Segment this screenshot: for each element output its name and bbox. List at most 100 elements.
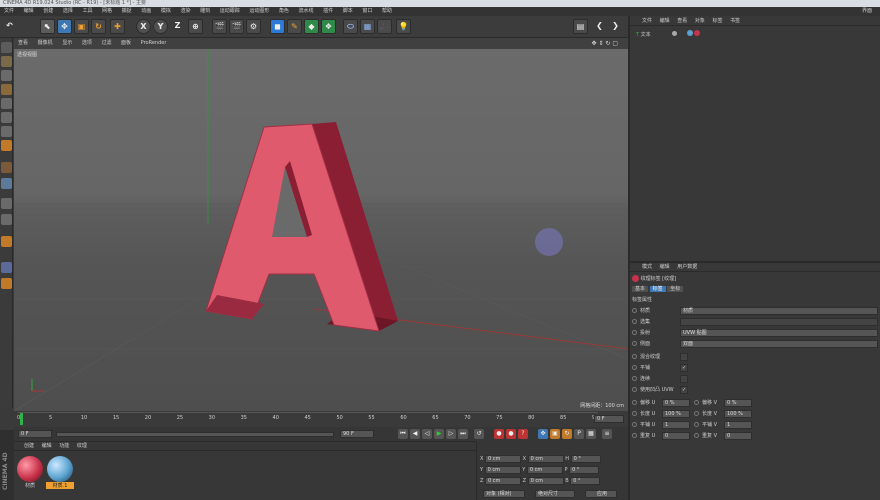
go-to-start-icon[interactable]: ⏮ <box>398 429 408 439</box>
offset-v-field[interactable]: 0 % <box>724 399 752 407</box>
animate-dot-icon[interactable] <box>632 422 637 427</box>
pos-y-field[interactable]: 0 cm <box>484 466 521 474</box>
material-tag-red-icon[interactable] <box>694 30 701 36</box>
visibility-dot-icon[interactable] <box>672 31 678 36</box>
viewport-menu-options[interactable]: 选项 <box>82 40 92 46</box>
menu-item-render[interactable]: 渲染 <box>180 8 190 14</box>
move-icon[interactable]: ✥ <box>57 19 72 34</box>
record-icon[interactable]: ● <box>494 429 504 439</box>
render-view-icon[interactable]: 🎬 <box>212 19 227 34</box>
next-frame-icon[interactable]: ▷ <box>446 429 456 439</box>
om-menu-bookmarks[interactable]: 书签 <box>730 18 740 24</box>
viewport-menu-cameras[interactable]: 摄像机 <box>38 40 53 46</box>
material-sphere-blue[interactable] <box>47 456 73 482</box>
make-editable-icon[interactable] <box>1 42 12 53</box>
viewport-menu-display[interactable]: 显示 <box>62 40 72 46</box>
back-icon[interactable]: ❮ <box>592 19 607 34</box>
end-frame-field[interactable]: 90 F <box>340 430 374 438</box>
key-scale-icon[interactable]: ▣ <box>550 429 560 439</box>
deformer-icon[interactable]: ⬭ <box>343 19 358 34</box>
material-menu-function[interactable]: 功能 <box>59 443 69 449</box>
model-mode-icon[interactable] <box>1 56 12 67</box>
material-tag-blue-icon[interactable] <box>686 30 693 36</box>
menu-item-create[interactable]: 创建 <box>43 8 53 14</box>
rotate-icon[interactable]: ↻ <box>91 19 106 34</box>
menu-item-animate[interactable]: 动画 <box>141 8 151 14</box>
start-frame-field[interactable]: 0 F <box>18 430 52 438</box>
viewport-menu-panel[interactable]: 面板 <box>121 40 131 46</box>
snap-icon[interactable] <box>1 140 12 151</box>
animate-dot-icon[interactable] <box>632 354 637 359</box>
menu-item-snap[interactable]: 捕捉 <box>122 8 132 14</box>
auto-key-icon[interactable]: ● <box>506 429 516 439</box>
size-y-field[interactable]: 0 cm <box>526 466 563 474</box>
menu-item-help[interactable]: 帮助 <box>382 8 392 14</box>
recent-tool-icon[interactable]: ✚ <box>110 19 125 34</box>
menu-item-mesh[interactable]: 网格 <box>102 8 112 14</box>
object-name[interactable]: 文本 <box>641 32 651 38</box>
attr-tab-coord[interactable]: 坐标 <box>667 286 684 292</box>
timeline-menu-icon[interactable]: ≡ <box>602 429 612 439</box>
animate-dot-icon[interactable] <box>632 319 637 324</box>
menu-item-character[interactable]: 角色 <box>279 8 289 14</box>
om-menu-file[interactable]: 文件 <box>642 18 652 24</box>
prev-frame-icon[interactable]: ◁ <box>422 429 432 439</box>
perspective-viewport[interactable]: 透视视图 网格间距：100 cm <box>14 49 628 411</box>
pen-icon[interactable]: ✎ <box>287 19 302 34</box>
material-swatch-1[interactable]: 材质.1 <box>46 456 74 489</box>
cube-icon[interactable]: ◼ <box>270 19 285 34</box>
material-menu-texture[interactable]: 纹理 <box>77 443 87 449</box>
live-select-icon[interactable]: ⬉ <box>40 19 55 34</box>
viewport-nav-icons[interactable]: ✥ ⇕ ↻ ▢ <box>592 38 618 49</box>
menu-item-motion-tracker[interactable]: 运动跟踪 <box>220 8 240 14</box>
animate-dot-icon[interactable] <box>694 411 699 416</box>
prev-key-icon[interactable]: ◀ <box>410 429 420 439</box>
attr-tab-basic[interactable]: 基本 <box>632 286 649 292</box>
texture-mode-icon[interactable] <box>1 70 12 81</box>
menu-item-mograph[interactable]: 运动图形 <box>249 8 269 14</box>
forward-icon[interactable]: ❯ <box>608 19 623 34</box>
om-menu-edit[interactable]: 编辑 <box>660 18 670 24</box>
axis-y-button[interactable]: Y <box>153 19 168 34</box>
animate-dot-icon[interactable] <box>632 411 637 416</box>
floor-icon[interactable]: ▦ <box>360 19 375 34</box>
quantize-icon[interactable] <box>1 262 12 273</box>
cloner-icon[interactable]: ❖ <box>321 19 336 34</box>
viewport-menu-view[interactable]: 查看 <box>18 40 28 46</box>
render-picture-viewer-icon[interactable]: 🎬 <box>229 19 244 34</box>
undo-icon[interactable]: ↶ <box>2 19 17 34</box>
axis-x-button[interactable]: X <box>136 19 151 34</box>
animate-dot-icon[interactable] <box>632 365 637 370</box>
layout-label[interactable]: 界面 <box>862 7 872 16</box>
locked-workplane-icon[interactable] <box>1 278 12 289</box>
polygons-mode-icon[interactable] <box>1 126 12 137</box>
om-menu-view[interactable]: 查看 <box>677 18 687 24</box>
key-param-icon[interactable]: P <box>574 429 584 439</box>
repeat-v-field[interactable]: 0 <box>724 432 752 440</box>
key-rotation-icon[interactable]: ↻ <box>562 429 572 439</box>
menu-item-script[interactable]: 脚本 <box>343 8 353 14</box>
menu-item-tools[interactable]: 工具 <box>82 8 92 14</box>
material-swatch[interactable]: 材质 <box>16 456 44 489</box>
current-frame-field[interactable]: 0 F <box>594 415 624 423</box>
size-x-field[interactable]: 0 cm <box>527 455 564 463</box>
om-menu-tags[interactable]: 标签 <box>712 18 722 24</box>
animate-dot-icon[interactable] <box>694 422 699 427</box>
attr-menu-edit[interactable]: 编辑 <box>660 264 670 270</box>
tiles-v-field[interactable]: 1 <box>724 421 752 429</box>
keyframe-selection-icon[interactable]: ? <box>518 429 528 439</box>
seamless-checkbox[interactable] <box>680 375 688 383</box>
workplane-icon[interactable] <box>1 84 12 95</box>
length-u-field[interactable]: 100 % <box>662 410 690 418</box>
animate-dot-icon[interactable] <box>632 400 637 405</box>
menu-item-sculpt[interactable]: 雕刻 <box>200 8 210 14</box>
om-menu-objects[interactable]: 对象 <box>695 18 705 24</box>
material-menu-create[interactable]: 创建 <box>24 443 34 449</box>
offset-u-field[interactable]: 0 % <box>662 399 690 407</box>
loop-icon[interactable]: ↺ <box>474 429 484 439</box>
animate-dot-icon[interactable] <box>632 387 637 392</box>
axis-z-button[interactable]: Z <box>170 19 185 34</box>
menu-item-window[interactable]: 窗口 <box>362 8 372 14</box>
tweak-icon[interactable] <box>1 162 12 173</box>
go-to-end-icon[interactable]: ⏭ <box>458 429 468 439</box>
